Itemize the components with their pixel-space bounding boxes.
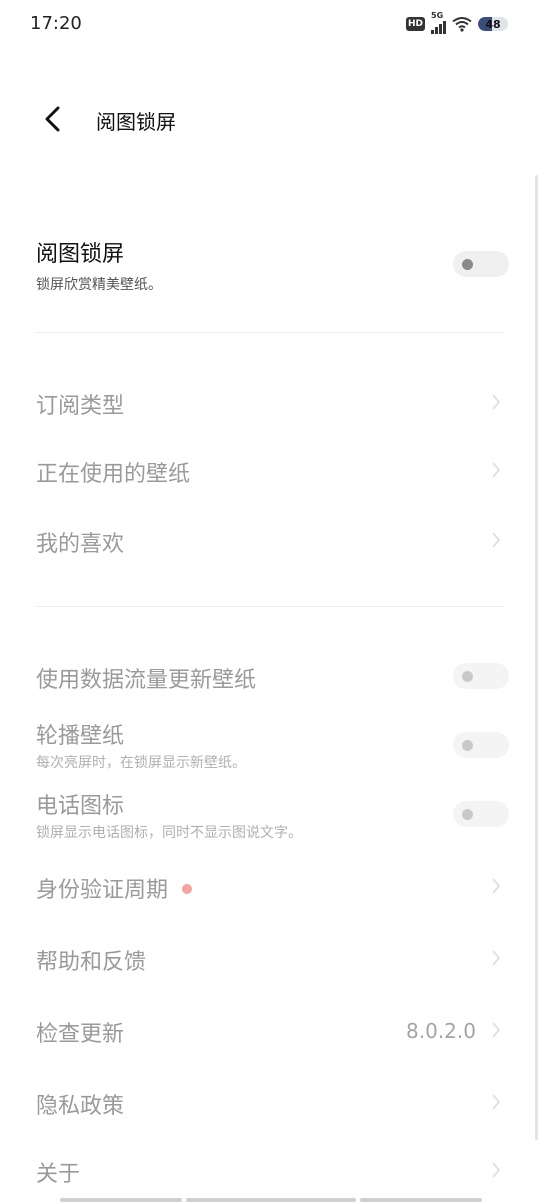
lockscreen-title: 阅图锁屏: [36, 242, 125, 267]
phone-icon-row[interactable]: 电话图标 锁屏显示电话图标，同时不显示图说文字。: [36, 788, 509, 846]
network-type: 5G: [431, 11, 444, 20]
privacy-row[interactable]: 隐私政策: [36, 1088, 506, 1119]
phone-icon-switch[interactable]: [453, 801, 509, 827]
chevron-right-icon: [492, 878, 501, 894]
auth-period-label: 身份验证周期: [36, 878, 169, 903]
new-badge-dot: [182, 884, 193, 894]
battery-icon: 48: [478, 17, 508, 31]
bottom-gesture-bar: [60, 1198, 482, 1202]
subscription-row[interactable]: 订阅类型: [36, 388, 506, 419]
phone-icon-label: 电话图标: [36, 794, 125, 819]
status-icons: HD 5G 48: [405, 11, 508, 34]
version-text: 8.0.2.0: [406, 1019, 476, 1043]
status-time: 17:20: [30, 13, 82, 34]
mobile-data-switch[interactable]: [453, 663, 509, 689]
carousel-row[interactable]: 轮播壁纸 每次亮屏时，在锁屏显示新壁纸。: [36, 718, 509, 776]
cellular-signal-icon: 5G: [431, 11, 446, 34]
current-wallpaper-label: 正在使用的壁纸: [36, 462, 191, 487]
chevron-right-icon: [492, 1162, 501, 1178]
about-label: 关于: [36, 1162, 81, 1187]
favorites-label: 我的喜欢: [36, 532, 125, 557]
scrollbar[interactable]: [535, 175, 538, 1140]
divider: [36, 606, 504, 607]
mobile-data-row[interactable]: 使用数据流量更新壁纸: [36, 662, 509, 693]
lockscreen-switch[interactable]: [453, 251, 509, 277]
mobile-data-label: 使用数据流量更新壁纸: [36, 668, 257, 693]
chevron-right-icon: [492, 462, 501, 478]
lockscreen-toggle-row[interactable]: 阅图锁屏 锁屏欣赏精美壁纸。: [36, 236, 509, 306]
carousel-label: 轮播壁纸: [36, 724, 125, 749]
help-row[interactable]: 帮助和反馈: [36, 944, 506, 975]
chevron-right-icon: [492, 1022, 501, 1038]
divider: [36, 332, 504, 333]
phone-icon-subtitle: 锁屏显示电话图标，同时不显示图说文字。: [36, 825, 302, 841]
back-arrow-icon: [45, 106, 60, 132]
check-update-row[interactable]: 检查更新 8.0.2.0: [36, 1016, 506, 1047]
lockscreen-subtitle: 锁屏欣赏精美壁纸。: [36, 277, 162, 293]
page-title: 阅图锁屏: [96, 110, 176, 134]
status-bar: 17:20 HD 5G 48: [0, 0, 540, 48]
privacy-label: 隐私政策: [36, 1094, 125, 1119]
subscription-label: 订阅类型: [36, 394, 125, 419]
favorites-row[interactable]: 我的喜欢: [36, 526, 506, 557]
chevron-right-icon: [492, 532, 501, 548]
auth-period-row[interactable]: 身份验证周期: [36, 872, 506, 903]
help-label: 帮助和反馈: [36, 950, 147, 975]
hd-icon: HD: [405, 17, 425, 31]
carousel-subtitle: 每次亮屏时，在锁屏显示新壁纸。: [36, 755, 246, 771]
battery-level: 48: [485, 17, 501, 31]
chevron-right-icon: [492, 1094, 501, 1110]
chevron-right-icon: [492, 394, 501, 410]
about-row[interactable]: 关于: [36, 1156, 506, 1187]
back-button[interactable]: [38, 102, 68, 136]
chevron-right-icon: [492, 950, 501, 966]
app-header: 阅图锁屏: [0, 90, 540, 150]
wifi-icon: [452, 17, 472, 32]
carousel-switch[interactable]: [453, 732, 509, 758]
current-wallpaper-row[interactable]: 正在使用的壁纸: [36, 456, 506, 487]
